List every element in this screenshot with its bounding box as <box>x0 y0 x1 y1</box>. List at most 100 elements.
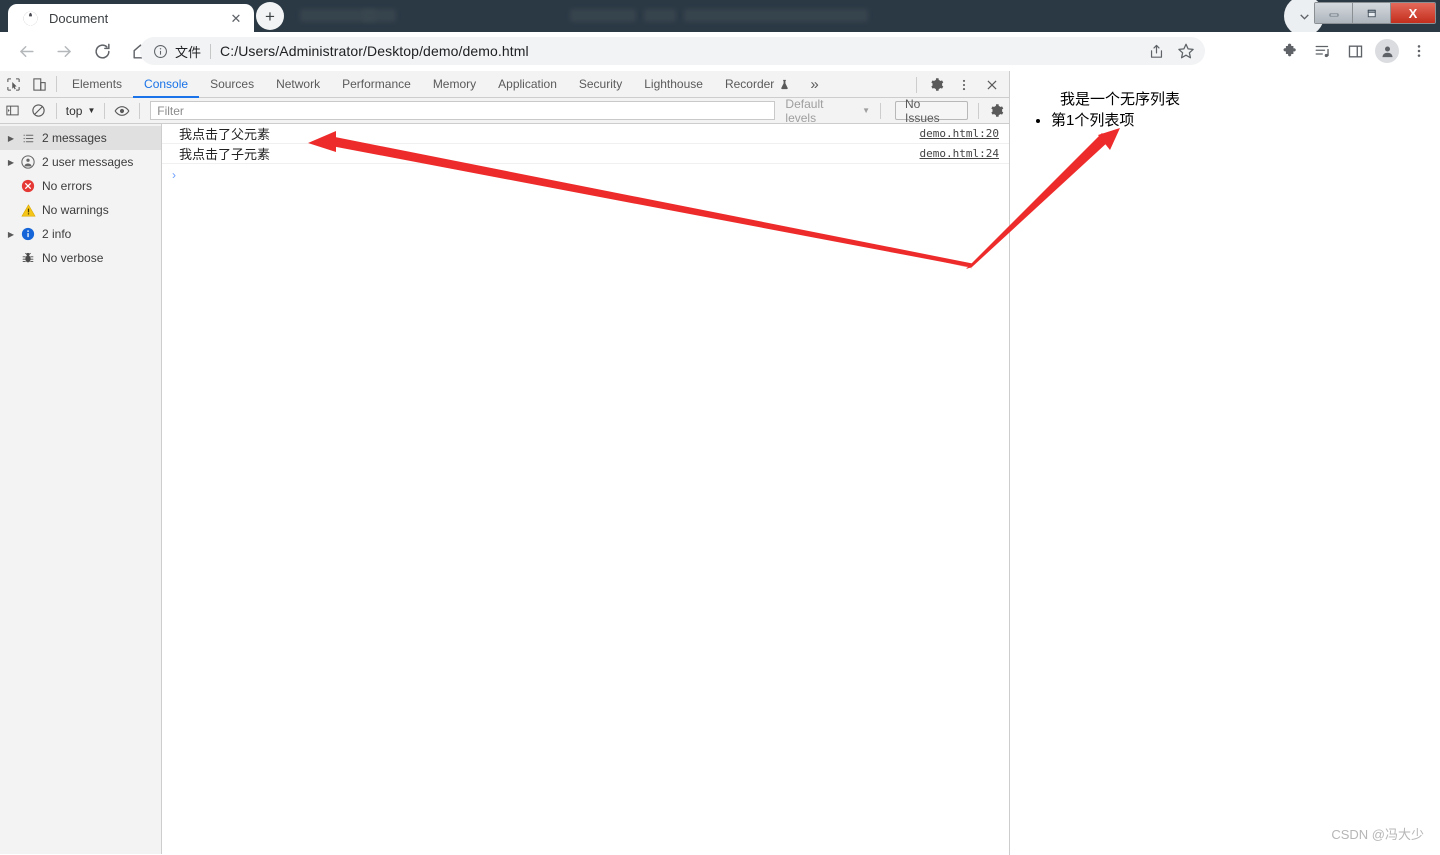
share-icon[interactable] <box>1143 38 1169 64</box>
close-button[interactable]: X <box>1391 3 1435 23</box>
minimize-button[interactable] <box>1315 3 1353 23</box>
sidebar-item-info[interactable]: ▶ 2 info <box>0 222 161 246</box>
execution-context-selector[interactable]: top ▼ <box>61 101 101 121</box>
puzzle-icon[interactable] <box>1276 36 1306 66</box>
divider <box>139 102 141 119</box>
sidebar-item-warnings[interactable]: No warnings <box>0 198 161 222</box>
user-icon <box>18 155 38 169</box>
url-text: C:/Users/Administrator/Desktop/demo/demo… <box>220 43 529 59</box>
omnibox-actions <box>1143 38 1199 64</box>
console-prompt-caret-icon: › <box>172 168 176 182</box>
tab-title: Document <box>49 10 109 26</box>
gear-icon[interactable] <box>923 72 949 98</box>
sidebar-item-user-messages-label: 2 user messages <box>42 155 134 169</box>
window-controls: X <box>1314 2 1436 24</box>
divider <box>55 102 57 119</box>
devtools-tab-sources[interactable]: Sources <box>199 71 265 98</box>
address-bar[interactable]: 文件 C:/Users/Administrator/Desktop/demo/d… <box>140 37 1205 65</box>
inspect-element-icon[interactable] <box>0 71 26 97</box>
device-toolbar-icon[interactable] <box>26 71 52 97</box>
arrow-left-icon[interactable] <box>10 36 42 68</box>
close-icon[interactable] <box>979 72 1005 98</box>
three-dot-menu-icon[interactable] <box>951 72 977 98</box>
sidebar-toggle-icon[interactable] <box>0 98 26 124</box>
console-message-text: 我点击了子元素 <box>179 147 271 162</box>
sidebar-item-messages[interactable]: ▶ 2 messages <box>0 126 161 150</box>
divider <box>104 102 106 119</box>
warning-icon <box>18 203 38 218</box>
browser-toolbar: 文件 C:/Users/Administrator/Desktop/demo/d… <box>0 32 1440 71</box>
close-icon[interactable]: ✕ <box>228 10 244 26</box>
devtools-tab-application[interactable]: Application <box>487 71 568 98</box>
log-levels-label: Default levels <box>785 96 824 125</box>
sidebar-item-user-messages[interactable]: ▶ 2 user messages <box>0 150 161 174</box>
page-heading: 我是一个无序列表 <box>1060 91 1181 108</box>
new-tab-button[interactable]: + <box>256 2 284 30</box>
info-circle-icon[interactable] <box>152 43 168 59</box>
more-tabs-button[interactable]: » <box>801 71 827 98</box>
sidebar-item-errors-label: No errors <box>42 179 93 193</box>
info-icon <box>18 227 38 241</box>
gear-icon[interactable] <box>983 98 1009 124</box>
console-message-source-link[interactable]: demo.html:20 <box>920 127 999 140</box>
devtools-tab-console[interactable]: Console <box>133 71 199 98</box>
console-filterbar: top ▼ Default levels ▼ No Issues <box>0 97 1009 125</box>
maximize-button[interactable] <box>1353 3 1391 23</box>
console-message-row[interactable]: 我点击了子元素 demo.html:24 <box>162 144 1009 164</box>
divider <box>916 76 917 93</box>
window-titlebar: Document ✕ + X <box>0 0 1440 32</box>
console-sidebar: ▶ 2 messages ▶ 2 user messages No errors… <box>0 124 162 854</box>
error-icon <box>18 179 38 193</box>
avatar[interactable] <box>1372 36 1402 66</box>
sidebar-item-errors[interactable]: No errors <box>0 174 161 198</box>
console-message-source-link[interactable]: demo.html:24 <box>920 147 999 160</box>
arrow-right-icon[interactable] <box>48 36 80 68</box>
chevron-right-icon[interactable]: ▶ <box>4 230 18 239</box>
devtools-tabbar: Elements Console Sources Network Perform… <box>0 71 1009 98</box>
issues-button[interactable]: No Issues <box>895 97 969 125</box>
divider <box>880 102 881 119</box>
chevron-down-icon: ▼ <box>862 106 870 115</box>
chevron-right-icon[interactable]: ▶ <box>4 134 18 143</box>
clear-console-icon[interactable] <box>26 98 52 124</box>
star-icon[interactable] <box>1173 38 1199 64</box>
console-message-row[interactable]: 我点击了父元素 demo.html:20 <box>162 124 1009 144</box>
three-dot-menu-icon[interactable] <box>1404 36 1434 66</box>
log-levels-selector[interactable]: Default levels ▼ <box>785 97 870 125</box>
browser-window: Document ✕ + X 文件 C:/Users/Administrator… <box>0 0 1440 855</box>
sidebar-item-verbose[interactable]: No verbose <box>0 246 161 270</box>
unordered-list: 第1个列表项 <box>1031 109 1134 130</box>
reload-icon[interactable] <box>86 36 118 68</box>
devtools-tab-lighthouse[interactable]: Lighthouse <box>633 71 714 98</box>
eye-icon[interactable] <box>109 98 135 124</box>
console-filter-input[interactable] <box>150 101 776 120</box>
devtools-tab-performance[interactable]: Performance <box>331 71 422 98</box>
devtools-tabbar-actions <box>912 71 1005 98</box>
side-panel-icon[interactable] <box>1340 36 1370 66</box>
list-icon <box>18 132 38 145</box>
console-message-text: 我点击了父元素 <box>179 127 271 142</box>
console-prompt[interactable]: › <box>162 164 1009 186</box>
browser-tab[interactable]: Document ✕ <box>8 4 254 32</box>
background-window-text <box>362 9 396 22</box>
sidebar-item-warnings-label: No warnings <box>42 203 109 217</box>
devtools-tab-memory[interactable]: Memory <box>422 71 487 98</box>
reading-list-icon[interactable] <box>1308 36 1338 66</box>
sidebar-item-verbose-label: No verbose <box>42 251 104 265</box>
sidebar-item-info-label: 2 info <box>42 227 72 241</box>
globe-icon <box>22 10 38 26</box>
page-viewport: 我是一个无序列表 第1个列表项 CSDN @冯大少 <box>1011 71 1440 855</box>
bug-icon <box>18 251 38 265</box>
chevron-right-icon[interactable]: ▶ <box>4 158 18 167</box>
flask-icon <box>779 79 790 90</box>
list-item[interactable]: 第1个列表项 <box>1051 109 1134 130</box>
devtools-tab-recorder[interactable]: Recorder <box>714 71 801 98</box>
devtools-tab-security[interactable]: Security <box>568 71 633 98</box>
divider <box>56 76 57 92</box>
background-window-text <box>644 9 676 22</box>
devtools-tab-network[interactable]: Network <box>265 71 331 98</box>
background-window-text <box>570 9 636 22</box>
avatar-icon <box>1375 39 1399 63</box>
devtools-tab-elements[interactable]: Elements <box>61 71 133 98</box>
divider <box>210 43 212 59</box>
